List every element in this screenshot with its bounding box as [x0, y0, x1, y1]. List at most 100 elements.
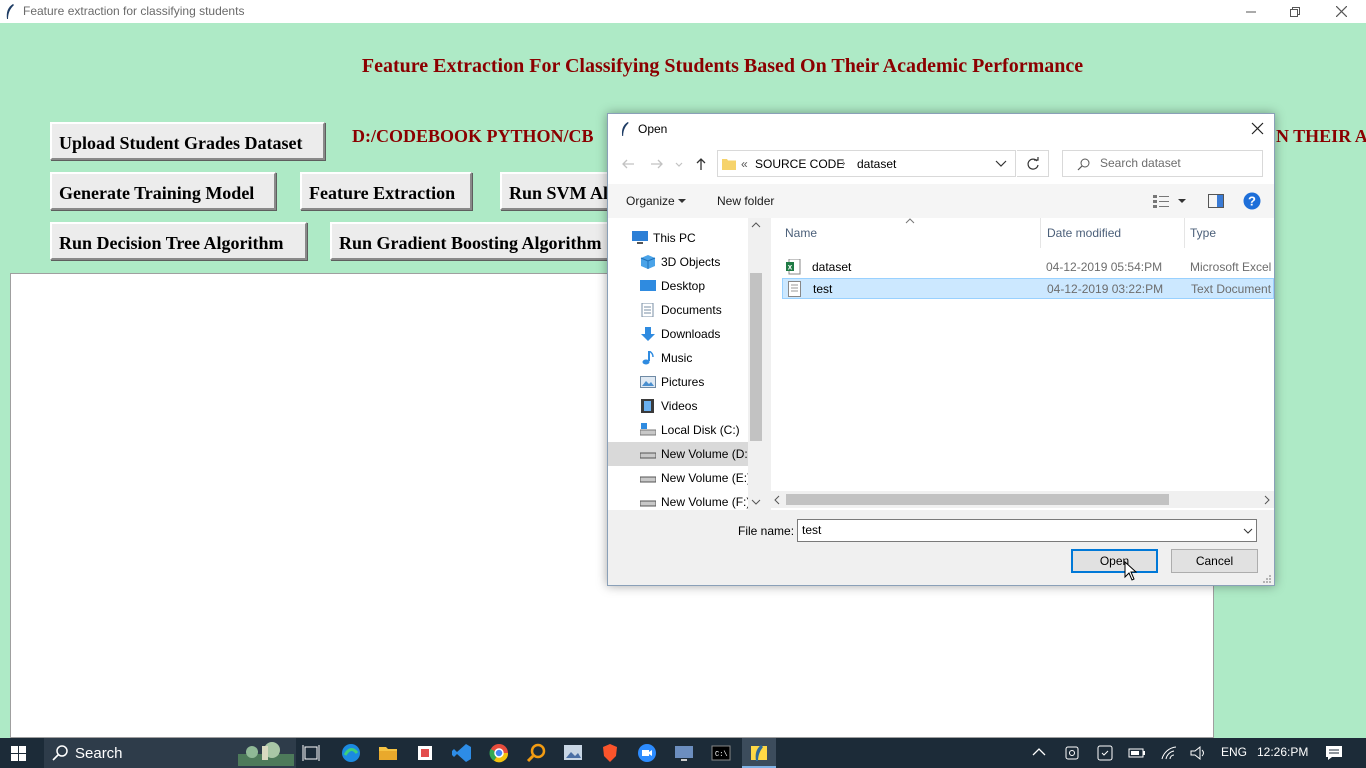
run-gradient-boosting-button[interactable]: Run Gradient Boosting Algorithm	[330, 222, 620, 260]
new-folder-button[interactable]: New folder	[717, 194, 774, 208]
file-explorer-icon[interactable]	[378, 743, 398, 763]
taskbar-active-app[interactable]	[742, 738, 776, 768]
breadcrumb-overflow[interactable]: «	[741, 157, 748, 171]
scrollbar-thumb[interactable]	[786, 494, 1169, 505]
generate-model-button[interactable]: Generate Training Model	[50, 172, 276, 210]
documents-icon	[641, 303, 654, 317]
edge-browser-icon[interactable]	[341, 743, 361, 763]
search-tool-icon[interactable]	[526, 743, 546, 763]
recent-locations-chevron-icon[interactable]	[674, 156, 684, 172]
computer-icon	[632, 231, 648, 244]
command-prompt-icon[interactable]: C:\	[711, 743, 731, 763]
dataset-path-label: D:/CODEBOOK PYTHON/CB	[352, 126, 594, 146]
nav-item-new-volume-e[interactable]: New Volume (E:)	[608, 466, 748, 490]
chevron-down-icon[interactable]	[1243, 528, 1253, 534]
vscode-icon[interactable]	[452, 743, 472, 763]
preview-pane-icon[interactable]	[1208, 194, 1224, 208]
battery-icon[interactable]	[1128, 745, 1146, 761]
help-icon[interactable]: ?	[1243, 192, 1261, 210]
address-bar[interactable]: « SOURCE CODE › dataset	[717, 150, 1016, 177]
refresh-icon	[1027, 157, 1039, 170]
brave-browser-icon[interactable]	[600, 743, 620, 763]
run-decision-tree-button[interactable]: Run Decision Tree Algorithm	[50, 222, 307, 260]
music-note-icon	[642, 351, 654, 365]
nav-item-downloads[interactable]: Downloads	[608, 322, 748, 346]
chevron-down-icon[interactable]	[1178, 199, 1186, 204]
back-arrow-icon[interactable]	[620, 156, 636, 172]
nav-item-new-volume-f[interactable]: New Volume (F:)	[608, 490, 748, 510]
file-name-combobox[interactable]	[797, 519, 1257, 542]
close-button[interactable]	[1318, 0, 1364, 23]
column-divider[interactable]	[1040, 218, 1041, 248]
restore-button[interactable]	[1272, 0, 1318, 23]
file-name: test	[813, 282, 833, 296]
scrollbar-thumb[interactable]	[750, 273, 762, 441]
file-list-scrollbar[interactable]	[771, 491, 1274, 508]
taskbar-search-box[interactable]: Search	[44, 738, 296, 768]
feature-extraction-button[interactable]: Feature Extraction	[300, 172, 472, 210]
nav-item-3d-objects[interactable]: 3D Objects	[608, 250, 748, 274]
column-divider[interactable]	[1184, 218, 1185, 248]
run-svm-button[interactable]: Run SVM Algorithm	[500, 172, 620, 210]
up-arrow-icon[interactable]	[693, 156, 709, 172]
security-icon[interactable]	[1096, 744, 1114, 762]
breadcrumb-source-code[interactable]: SOURCE CODE	[755, 157, 844, 171]
app-red-icon[interactable]	[415, 743, 435, 763]
open-button[interactable]: Open	[1071, 549, 1158, 573]
file-name-input[interactable]	[802, 523, 1222, 537]
clock[interactable]: 12:26:PM	[1257, 745, 1308, 759]
task-view-icon[interactable]	[302, 743, 322, 763]
scroll-right-icon[interactable]	[1264, 495, 1270, 505]
image-viewer-icon[interactable]	[563, 743, 583, 763]
nav-item-local-disk-c[interactable]: Local Disk (C:)	[608, 418, 748, 442]
file-row-dataset[interactable]: x dataset 04-12-2019 05:54:PM Microsoft …	[782, 257, 1274, 278]
windows-start-icon[interactable]	[11, 746, 26, 761]
language-indicator[interactable]: ENG	[1221, 745, 1247, 759]
file-row-test[interactable]: test 04-12-2019 03:22:PM Text Document	[782, 278, 1274, 299]
zoom-app-icon[interactable]	[637, 743, 657, 763]
nav-item-videos[interactable]: Videos	[608, 394, 748, 418]
scroll-down-icon[interactable]	[751, 499, 761, 505]
notifications-icon[interactable]	[1325, 745, 1343, 761]
volume-icon[interactable]	[1190, 745, 1208, 761]
nav-item-desktop[interactable]: Desktop	[608, 274, 748, 298]
nav-item-new-volume-d[interactable]: New Volume (D:	[608, 442, 748, 466]
search-box[interactable]	[1062, 150, 1263, 177]
nav-item-label: New Volume (F:)	[661, 495, 748, 509]
forward-arrow-icon[interactable]	[649, 156, 665, 172]
search-icon	[52, 745, 68, 761]
column-header-name[interactable]: Name	[785, 226, 817, 240]
scroll-up-icon[interactable]	[751, 222, 761, 228]
scroll-left-icon[interactable]	[774, 495, 780, 505]
nav-item-this-pc[interactable]: This PC	[608, 226, 748, 250]
chevron-up-icon[interactable]	[1032, 747, 1046, 757]
chevron-down-icon[interactable]	[678, 199, 686, 204]
folder-icon	[722, 159, 736, 170]
breadcrumb-dataset[interactable]: dataset	[857, 157, 896, 171]
restore-icon	[1290, 6, 1300, 17]
cancel-button[interactable]: Cancel	[1171, 549, 1258, 573]
chevron-down-icon[interactable]	[995, 160, 1007, 168]
close-icon	[1251, 122, 1264, 135]
refresh-button[interactable]	[1017, 150, 1049, 177]
dialog-titlebar: Open	[608, 114, 1274, 144]
resize-grip-icon[interactable]	[1262, 574, 1272, 584]
pictures-icon	[640, 376, 656, 388]
nav-item-music[interactable]: Music	[608, 346, 748, 370]
app-titlebar: Feature extraction for classifying stude…	[0, 0, 1366, 23]
nav-item-documents[interactable]: Documents	[608, 298, 748, 322]
dialog-close-button[interactable]	[1248, 120, 1268, 138]
nav-pane-scrollbar[interactable]	[748, 218, 764, 510]
wifi-icon[interactable]	[1160, 745, 1178, 761]
remote-desktop-icon[interactable]	[674, 743, 694, 763]
upload-dataset-button[interactable]: Upload Student Grades Dataset	[50, 122, 325, 160]
view-options-icon[interactable]	[1153, 194, 1169, 208]
chrome-icon[interactable]	[489, 743, 509, 763]
organize-menu[interactable]: Organize	[626, 194, 675, 208]
column-header-type[interactable]: Type	[1190, 226, 1216, 240]
meet-now-icon[interactable]	[1064, 744, 1080, 762]
minimize-button[interactable]	[1228, 0, 1274, 23]
column-header-date-modified[interactable]: Date modified	[1047, 226, 1121, 240]
nav-item-pictures[interactable]: Pictures	[608, 370, 748, 394]
search-input[interactable]	[1100, 156, 1250, 170]
